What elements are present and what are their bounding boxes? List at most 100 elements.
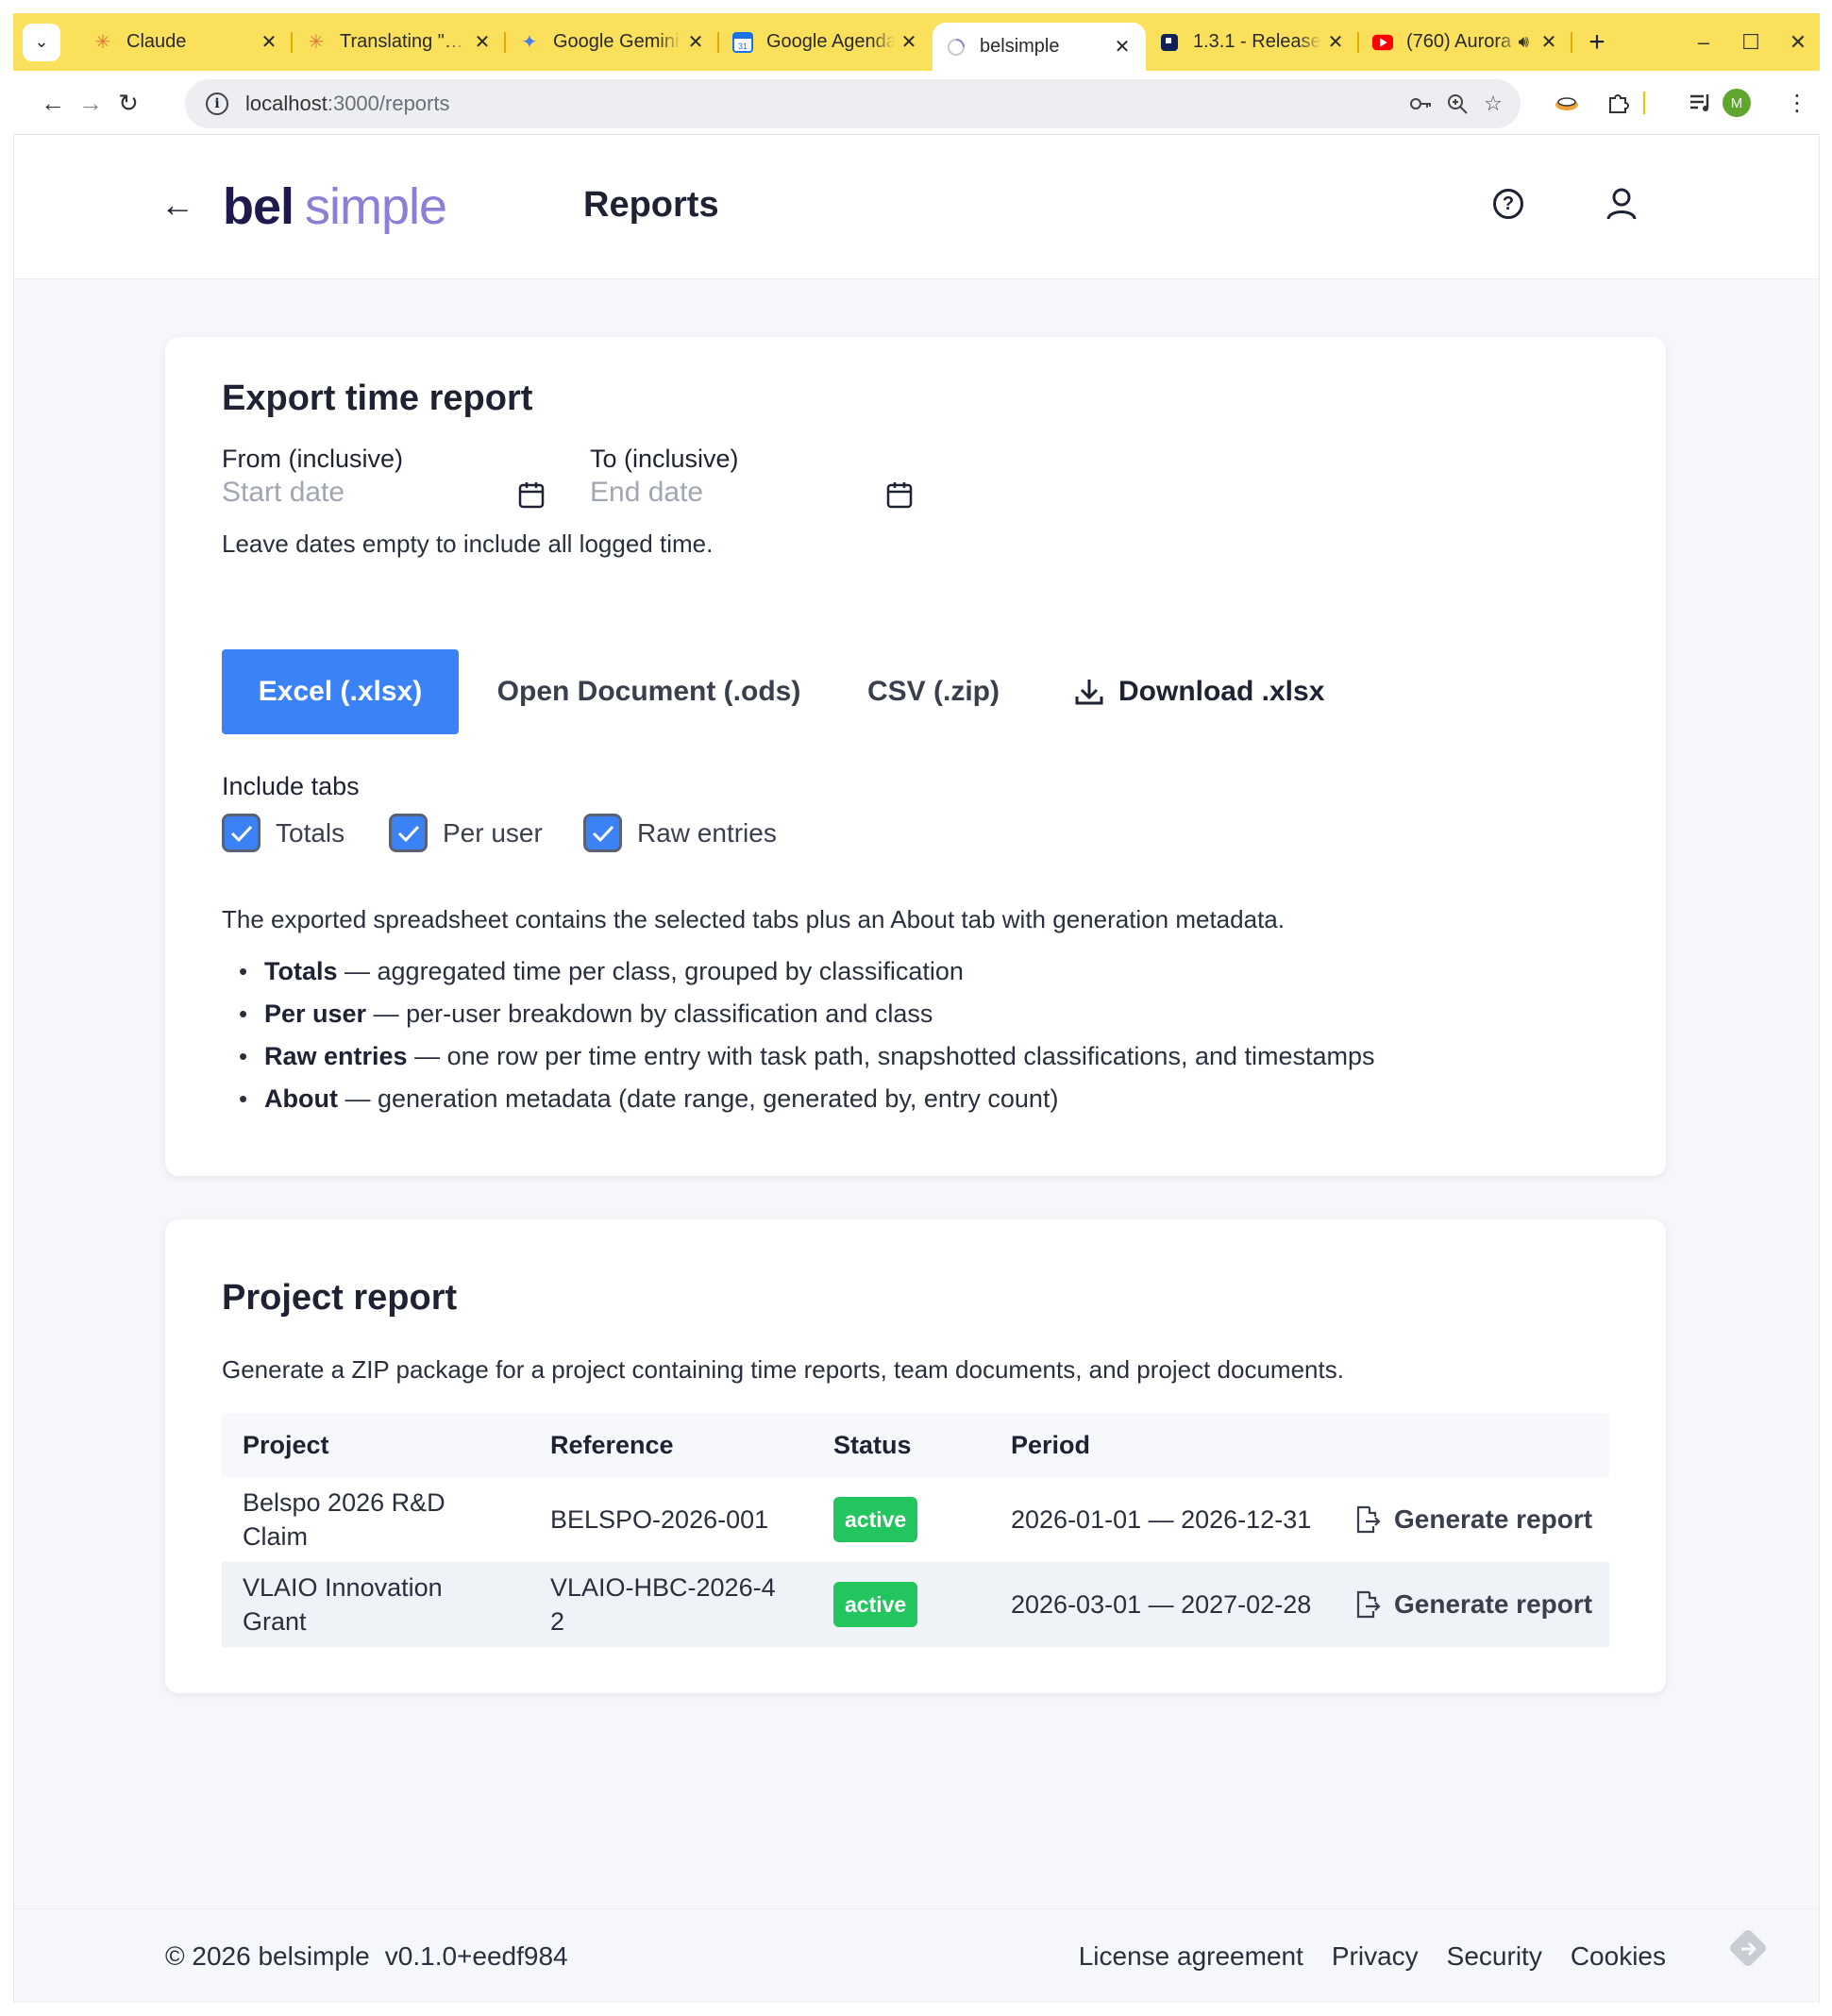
action-cell: Generate report — [1334, 1477, 1609, 1562]
puzzle-extensions-icon[interactable] — [1602, 86, 1636, 120]
app-logo[interactable]: bel simple — [223, 177, 447, 236]
minimize-icon[interactable]: – — [1691, 30, 1716, 55]
download-label: Download .xlsx — [1118, 676, 1325, 707]
address-bar[interactable]: i localhost:3000/reports ☆ — [185, 79, 1521, 128]
security-link[interactable]: Security — [1447, 1941, 1542, 1972]
per-user-checkbox[interactable]: Per user — [389, 814, 543, 852]
close-icon[interactable]: ✕ — [1108, 35, 1136, 59]
browser-tab[interactable]: (760) Aurora 🔊︎ ✕ — [1359, 13, 1572, 71]
project-name-text: VLAIO Innovation Grant — [243, 1573, 443, 1636]
bullet-term: Raw entries — [264, 1042, 408, 1070]
raw-entries-checkbox[interactable]: Raw entries — [583, 814, 777, 852]
forward-icon[interactable]: → — [72, 84, 109, 122]
app-header: ← bel simple Reports ? — [14, 136, 1819, 279]
tab-title: Google Agenda — [766, 31, 895, 52]
license-link[interactable]: License agreement — [1079, 1941, 1303, 1972]
close-icon[interactable]: ✕ — [468, 30, 496, 54]
export-description: The exported spreadsheet contains the se… — [222, 905, 1285, 933]
format-csv-button[interactable]: CSV (.zip) — [839, 649, 1028, 734]
browser-menu-icon[interactable]: ⋮ — [1780, 86, 1814, 120]
bullet-term: Totals — [264, 957, 338, 985]
format-ods-button[interactable]: Open Document (.ods) — [459, 649, 839, 734]
browser-tab-active[interactable]: belsimple ✕ — [933, 23, 1146, 71]
close-icon[interactable]: ✕ — [681, 30, 710, 54]
close-icon[interactable]: ✕ — [1321, 30, 1350, 54]
help-icon[interactable]: ? — [1493, 189, 1523, 219]
action-cell: Generate report — [1334, 1562, 1609, 1647]
export-file-icon — [1356, 1505, 1381, 1534]
claude-icon: ✳ — [308, 32, 325, 53]
window-controls: – ☐ ✕ — [1691, 13, 1810, 71]
profile-avatar[interactable]: M — [1723, 89, 1751, 117]
export-title: Export time report — [222, 378, 533, 418]
url-text[interactable]: localhost:3000/reports — [245, 92, 449, 116]
site-info-icon[interactable]: i — [206, 92, 228, 115]
checkbox-checked[interactable] — [222, 814, 261, 852]
list-item: Totals — aggregated time per class, grou… — [222, 950, 1375, 993]
totals-checkbox[interactable]: Totals — [222, 814, 345, 852]
table-row: Belspo 2026 R&D Claim BELSPO-2026-001 ac… — [222, 1477, 1609, 1562]
reference-text: VLAIO-HBC-2026-42 — [550, 1573, 776, 1636]
reload-icon[interactable]: ↻ — [109, 84, 147, 122]
checkbox-label: Per user — [443, 817, 543, 848]
end-date-input[interactable]: End date — [590, 477, 824, 509]
project-report-title: Project report — [222, 1278, 458, 1318]
tab-title: (760) Aurora — [1406, 31, 1512, 52]
close-icon[interactable]: ✕ — [895, 30, 923, 54]
project-reference: BELSPO-2026-001 — [550, 1505, 769, 1534]
logo-bold: bel — [223, 178, 294, 235]
youtube-icon — [1372, 32, 1393, 53]
media-controls-icon[interactable] — [1684, 86, 1718, 120]
bullet-term: About — [264, 1084, 338, 1113]
project-name-text: Belspo 2026 R&D Claim — [243, 1488, 445, 1551]
generate-report-button[interactable]: Generate report — [1354, 1588, 1609, 1621]
status-cell: active — [813, 1477, 990, 1562]
checkbox-checked[interactable] — [389, 814, 428, 852]
app-icon — [1159, 32, 1180, 53]
tab-search-button[interactable]: ⌄ — [23, 23, 60, 61]
calendar-icon[interactable] — [518, 480, 545, 509]
browser-tab-strip: ⌄ ✳ Claude ✕ ✳ Translating "… ✕ ✦ Google… — [13, 13, 1820, 71]
browser-tab[interactable]: ✳ Translating "… ✕ — [293, 13, 506, 71]
generate-report-label: Generate report — [1394, 1504, 1593, 1534]
close-window-icon[interactable]: ✕ — [1786, 30, 1810, 55]
project-name: Belspo 2026 R&D Claim — [222, 1477, 529, 1562]
to-label: To (inclusive) — [590, 445, 739, 473]
back-icon[interactable]: ← — [34, 84, 72, 122]
calendar-icon[interactable] — [886, 480, 913, 509]
period-text: 2026-03-01 — 2027-02-28 — [1011, 1590, 1312, 1619]
browser-tab[interactable]: 31 Google Agenda ✕ — [719, 13, 933, 71]
download-button[interactable]: Download .xlsx — [1073, 649, 1324, 734]
checkbox-checked[interactable] — [583, 814, 622, 852]
column-header: Reference — [529, 1413, 813, 1477]
back-arrow-icon[interactable]: ← — [160, 185, 194, 225]
maximize-icon[interactable]: ☐ — [1739, 30, 1763, 55]
zoom-icon[interactable] — [1444, 91, 1471, 117]
cookies-link[interactable]: Cookies — [1571, 1941, 1666, 1972]
browser-tab[interactable]: ✳ Claude ✕ — [79, 13, 293, 71]
status-cell: active — [813, 1562, 990, 1647]
user-account-icon[interactable] — [1603, 185, 1640, 223]
table-row: VLAIO Innovation Grant VLAIO-HBC-2026-42… — [222, 1562, 1609, 1647]
project-period: 2026-01-01 — 2026-12-31 — [990, 1477, 1334, 1562]
start-date-input[interactable]: Start date — [222, 477, 456, 509]
bookmark-star-icon[interactable]: ☆ — [1480, 91, 1506, 117]
tab-title: Claude — [126, 31, 187, 52]
browser-tab[interactable]: ✦ Google Gemini ✕ — [506, 13, 719, 71]
privacy-link[interactable]: Privacy — [1332, 1941, 1419, 1972]
tab-title: 1.3.1 - Release — [1193, 31, 1321, 52]
close-icon[interactable]: ✕ — [1535, 30, 1563, 54]
speaker-icon[interactable]: 🔊︎ — [1519, 32, 1529, 52]
list-item: Per user — per-user breakdown by classif… — [222, 993, 1375, 1035]
format-xlsx-button[interactable]: Excel (.xlsx) — [222, 649, 459, 734]
bullet-term: Per user — [264, 1000, 367, 1028]
extension-icon[interactable] — [1550, 86, 1584, 120]
key-icon[interactable] — [1407, 91, 1434, 117]
new-tab-button[interactable]: + — [1578, 26, 1616, 59]
close-icon[interactable]: ✕ — [255, 30, 283, 54]
project-report-card: Project report Generate a ZIP package fo… — [165, 1219, 1666, 1693]
browser-tab[interactable]: 1.3.1 - Release ✕ — [1146, 13, 1359, 71]
generate-report-button[interactable]: Generate report — [1354, 1503, 1609, 1537]
svg-text:31: 31 — [738, 42, 748, 51]
feedback-icon[interactable] — [1723, 1923, 1773, 1974]
